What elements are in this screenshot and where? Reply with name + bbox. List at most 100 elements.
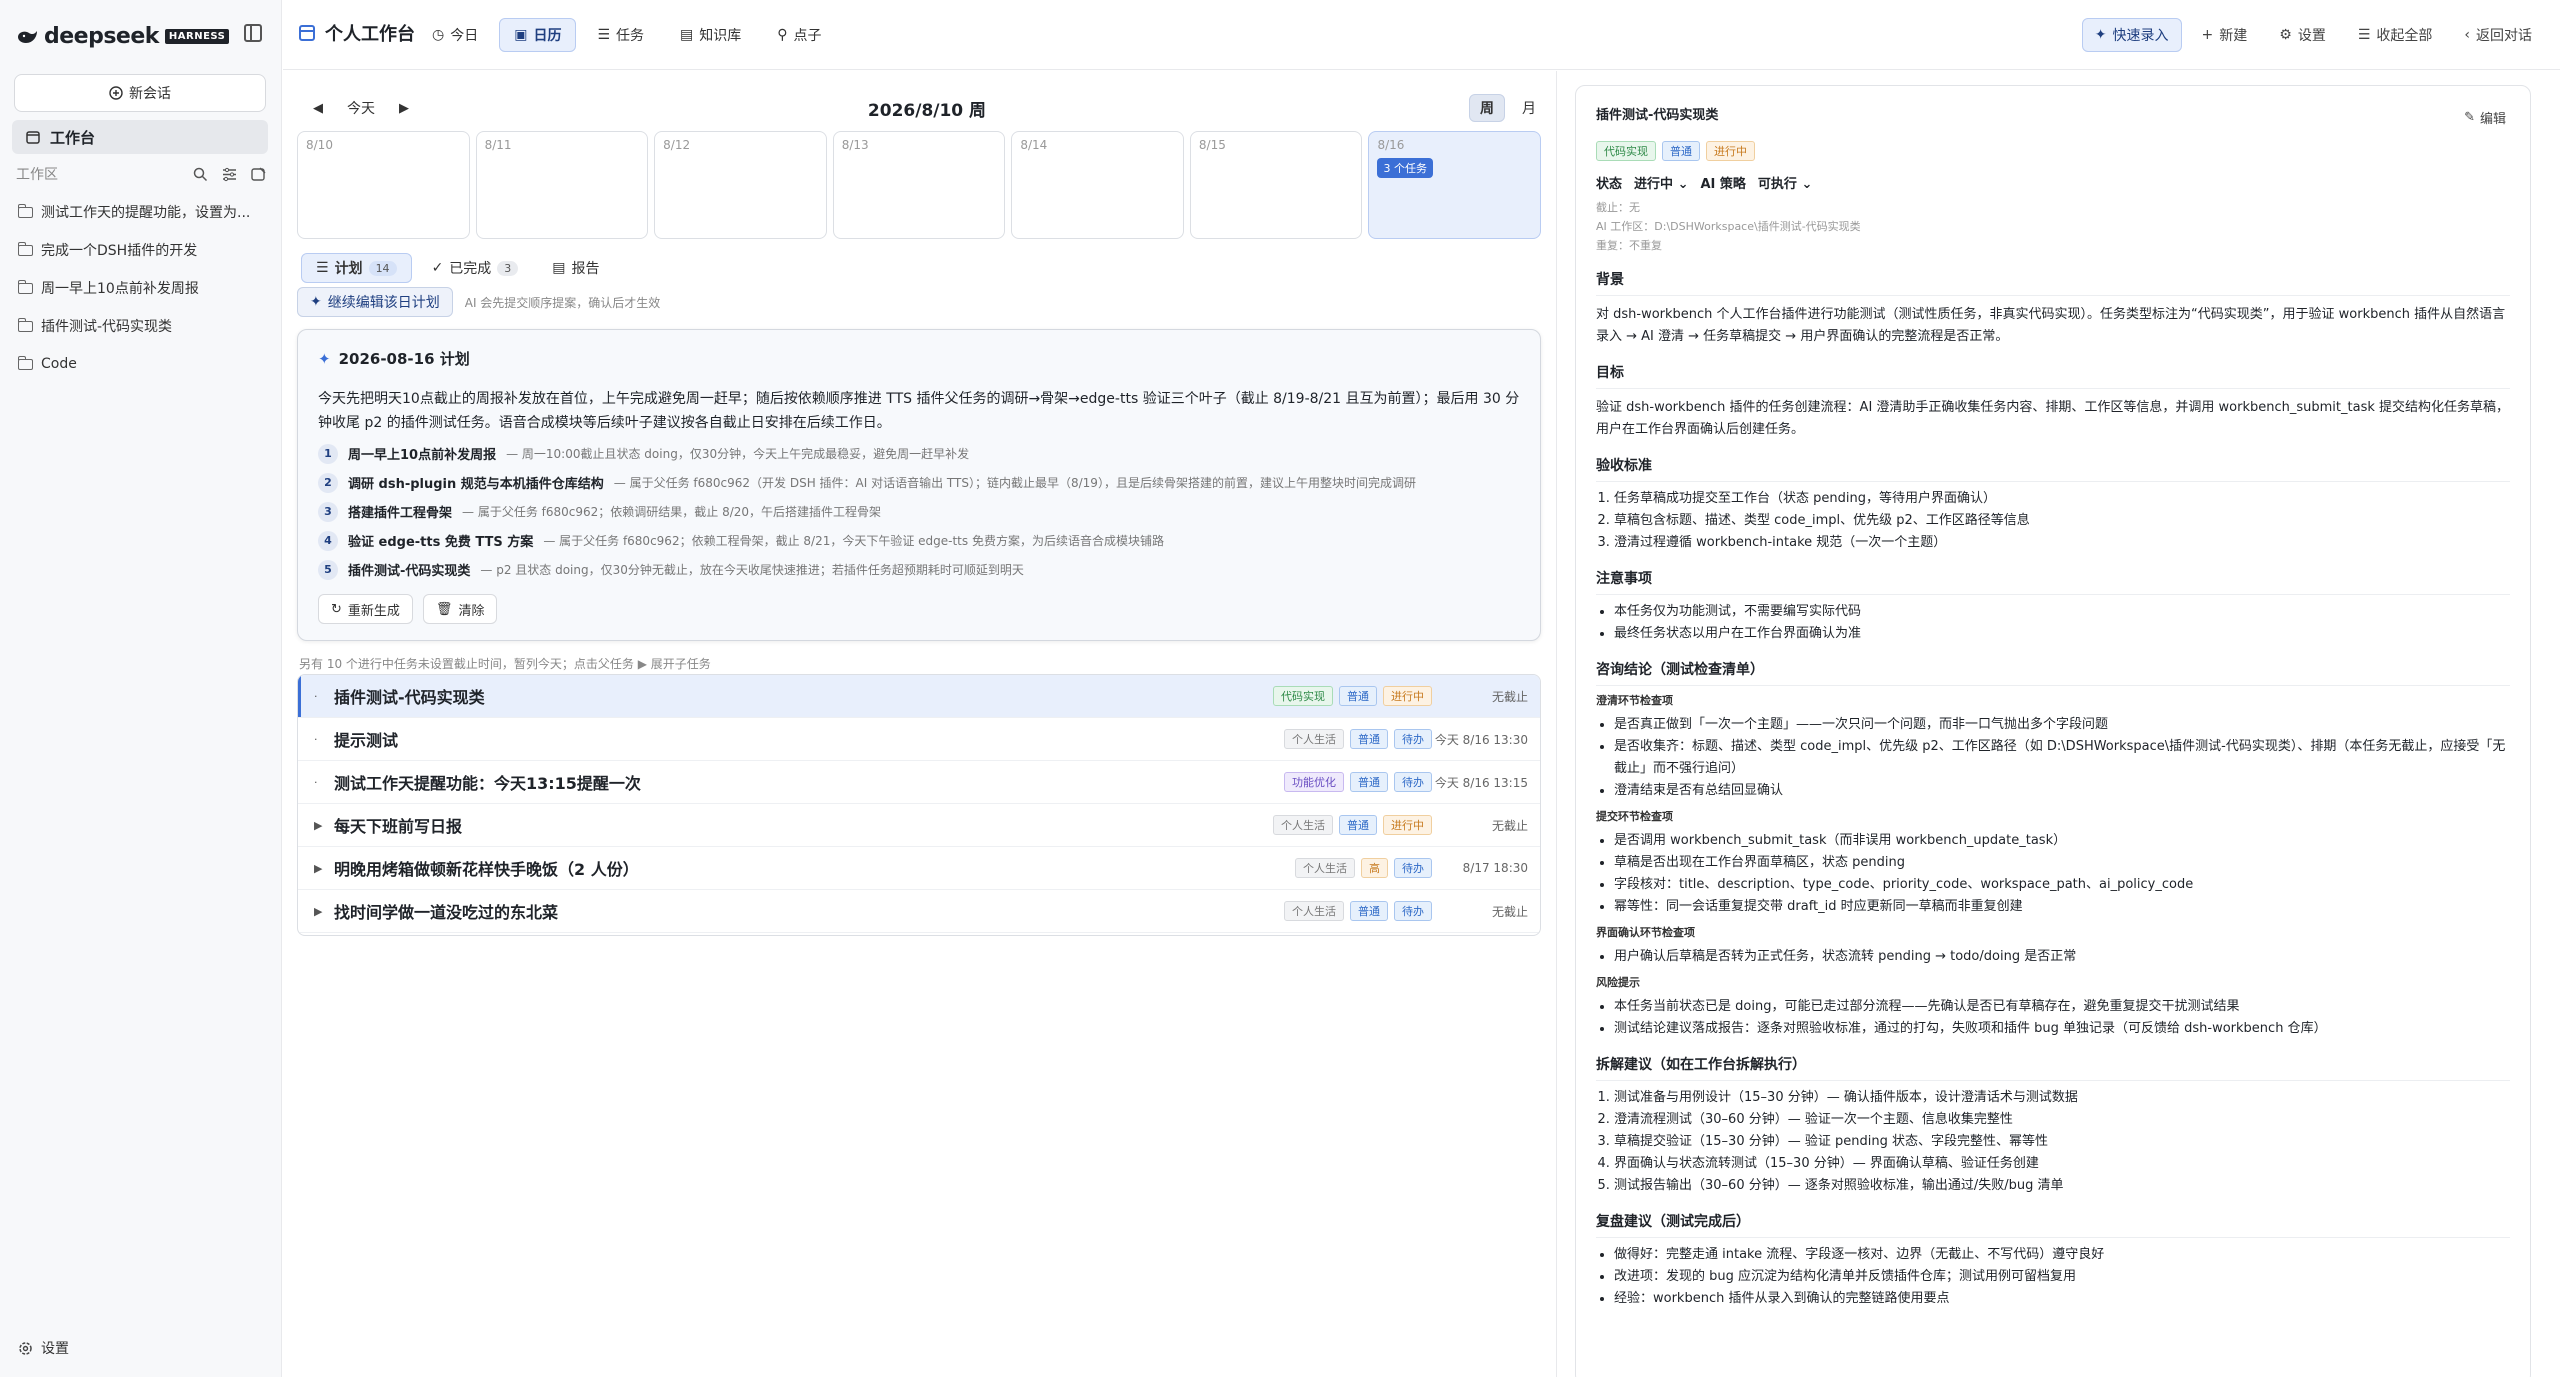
day-cell[interactable]: 8/10 [297,131,470,239]
list-item: 草稿包含标题、描述、类型 code_impl、优先级 p2、工作区路径等信息 [1614,510,2510,532]
status-select[interactable]: 进行中 ⌄ [1634,173,1688,192]
plan-step[interactable]: 5 插件测试-代码实现类 — p2 且状态 doing，仅30分钟无截止，放在今天收… [318,555,1520,584]
settings-button[interactable]: ⚙ 设置 [2267,18,2338,52]
plan-step[interactable]: 2 调研 dsh-plugin 规范与本机插件仓库结构 — 属于父任务 f680c9… [318,468,1520,497]
plan-step[interactable]: 1 周一早上10点前补发周报 — 周一10:00截止且状态 doing，仅30分钟，… [318,439,1520,468]
brand-name: deepseek [44,24,159,49]
tab-ideas[interactable]: ⚲ 点子 [762,18,836,52]
day-cell[interactable]: 8/15 [1189,131,1363,239]
sub-heading: 界面确认环节检查项 [1596,926,1695,939]
day-cell-selected[interactable]: 8/16 3 个任务 [1368,131,1542,239]
detail-meta: 截止：无 AI 工作区：D:\DSHWorkspace\插件测试-代码实现类 重… [1596,198,2510,255]
workspace-item[interactable]: 测试工作天的提醒功能，设置为... [18,199,268,225]
task-tag: 普通 [1339,815,1377,835]
step-desc: — 周一10:00截止且状态 doing，仅30分钟，今天上午完成最稳妥，避免周… [506,447,970,461]
week-days: 8/10 8/11 8/12 8/13 8/14 8/15 8/16 3 个任务 [297,131,1542,239]
week-title: 2026/8/10 周 [867,100,987,121]
whale-logo-icon [18,30,37,43]
plan-card: ✦ 2026-08-16 计划 今天先把明天10点截止的周报补发放在首位，上午完… [297,329,1541,641]
workspace-item[interactable]: 插件测试-代码实现类 [18,313,268,339]
tab-done[interactable]: ✓ 已完成 3 [418,253,533,283]
task-row[interactable]: · 提示测试 个人生活 普通 待办 今天 8/16 13:30 [298,718,1540,761]
task-row[interactable]: · 插件测试-代码实现类 代码实现 普通 进行中 无截止 [298,675,1540,718]
sparkle-icon: ✦ [310,294,322,310]
tab-report[interactable]: ▤ 报告 [538,253,613,283]
tab-label: 已完成 [449,261,492,277]
check-list: 是否真正做到「一次一个主题」——一次只问一个问题，而非一口气抛出多个字段问题是否… [1596,714,2510,802]
continue-row: ✦ 继续编辑该日计划 AI 会先提交顺序提案，确认后才生效 [297,287,660,317]
plan-step[interactable]: 3 搭建插件工程骨架 — 属于父任务 f680c962；依赖调研结果，截止 8/20… [318,497,1520,526]
meta-deadline: 截止：无 [1596,201,1640,214]
day-cell[interactable]: 8/14 [1011,131,1184,239]
task-tag: 个人生活 [1295,858,1355,878]
tab-tasks[interactable]: ☰ 任务 [582,18,659,52]
tab-knowledge[interactable]: ▤ 知识库 [665,18,756,52]
tab-label: 日历 [533,28,562,44]
page-title: 个人工作台 [325,24,415,45]
regenerate-button[interactable]: ↻ 重新生成 [318,594,413,624]
day-date: 8/15 [1198,138,1226,152]
task-tag: 功能优化 [1284,772,1344,792]
day-cell[interactable]: 8/12 [654,131,827,239]
plan-step[interactable]: 4 验证 edge-tts 免费 TTS 方案 — 属于父任务 f680c962；依… [318,526,1520,555]
new-button[interactable]: + 新建 [2190,18,2260,52]
day-cell[interactable]: 8/11 [475,131,649,239]
step-number: 2 [318,472,338,493]
section-text: 对 dsh-workbench 个人工作台插件进行功能测试（测试性质任务，非真实… [1596,307,2506,344]
expand-icon[interactable]: ▶ [314,905,330,918]
tab-plan[interactable]: ☰ 计划 14 [301,253,412,283]
view-month-button[interactable]: 月 [1511,94,1547,122]
sidebar-toggle-icon[interactable] [244,24,262,42]
workspace-item[interactable]: Code [18,351,268,377]
ai-policy-select[interactable]: 可执行 ⌄ [1758,173,1812,192]
day-cell[interactable]: 8/13 [832,131,1006,239]
task-row[interactable]: ▶ 每天下班前写日报 个人生活 普通 进行中 无截止 [298,804,1540,847]
step-desc: — 属于父任务 f680c962（开发 DSH 插件：AI 对话语音输出 TTS… [613,476,1416,490]
clear-button[interactable]: 🗑 清除 [422,594,498,624]
task-tag: 待办 [1394,858,1432,878]
sidebar-item-workbench[interactable]: 工作台 [12,120,268,154]
workspace-item[interactable]: 完成一个DSH插件的开发 [18,237,268,263]
step-title: 调研 dsh-plugin 规范与本机插件仓库结构 [348,477,604,492]
continue-edit-button[interactable]: ✦ 继续编辑该日计划 [297,287,453,317]
task-tag: 普通 [1350,772,1388,792]
section-heading: 咨询结论（测试检查清单） [1596,659,2510,686]
detail-tag: 普通 [1662,141,1700,161]
task-tag: 待办 [1394,772,1432,792]
brand: deepseek HARNESS [16,24,230,49]
step-desc: — p2 且状态 doing，仅30分钟无截止，放在今天收尾快速推进；若插件任务… [480,563,1024,577]
task-list: · 插件测试-代码实现类 代码实现 普通 进行中 无截止 · 提示测试 个人生活 普通 待办 今天 8… [297,674,1541,936]
workspace-item[interactable]: 周一早上10点前补发周报 [18,275,268,301]
tab-today[interactable]: ◷ 今日 [417,18,493,52]
tab-calendar[interactable]: ▣ 日历 [499,18,577,52]
day-date: 8/16 [1377,138,1405,152]
new-chat-button[interactable]: 新会话 [14,74,266,112]
clock-icon: ◷ [432,27,445,43]
task-row[interactable]: · 测试工作天提醒功能：今天13:15提醒一次 功能优化 普通 待办 今天 8/16 13… [298,761,1540,804]
quick-entry-button[interactable]: ✦ 快速录入 [2081,18,2182,52]
task-tags: 个人生活 普通 待办 [1284,901,1432,921]
sidebar-item-label: 工作台 [50,128,96,147]
workspace-item-label: 插件测试-代码实现类 [41,319,173,335]
expand-icon[interactable]: ▶ [314,819,330,832]
task-tag: 代码实现 [1273,686,1333,706]
sidebar-settings-button[interactable]: 设置 [18,1338,69,1358]
back-to-chat-button[interactable]: ‹ 返回对话 [2452,18,2544,52]
task-row[interactable]: ▶ 找时间学做一道没吃过的东北菜 个人生活 普通 待办 无截止 [298,890,1540,933]
task-tag: 个人生活 [1273,815,1333,835]
day-date: 8/10 [306,138,333,152]
view-week-button[interactable]: 周 [1469,94,1505,122]
list-item: 任务草稿成功提交至工作台（状态 pending，等待用户界面确认） [1614,488,2510,510]
edit-button[interactable]: ✎ 编辑 [2464,108,2506,127]
task-tag: 待办 [1394,901,1432,921]
collapse-all-button[interactable]: ☰ 收起全部 [2346,18,2445,52]
new-folder-icon[interactable] [251,167,266,182]
report-icon: ▤ [552,260,566,276]
expand-icon[interactable]: ▶ [314,862,330,875]
filter-icon[interactable] [222,167,237,182]
calendar-icon: ▣ [514,27,528,43]
search-icon[interactable] [193,167,208,182]
task-due: 8/17 18:30 [1462,861,1528,875]
list-item: 是否调用 workbench_submit_task（而非误用 workbenc… [1614,830,2510,852]
task-row[interactable]: ▶ 明晚用烤箱做顿新花样快手晚饭（2 人份） 个人生活高待办 8/17 18:30 [298,847,1540,890]
